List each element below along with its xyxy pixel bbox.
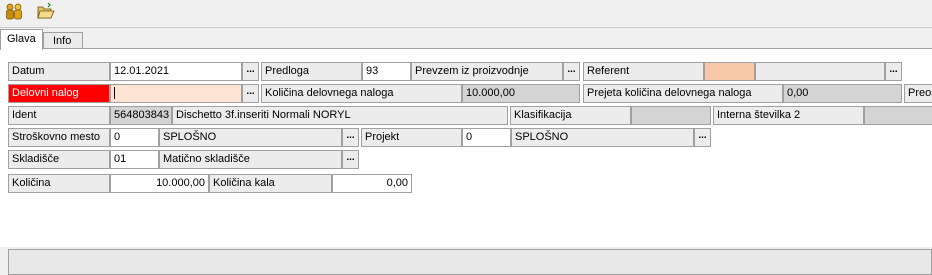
ident-label: Ident	[8, 106, 110, 125]
skladisce-label: Skladišče	[8, 150, 110, 169]
datum-label: Datum	[8, 62, 110, 81]
preos-label: Preos	[904, 84, 932, 103]
skladisce-browse-button[interactable]: ...	[342, 150, 359, 169]
people-icon[interactable]	[4, 2, 24, 22]
kolicina-kala-field[interactable]: 0,00	[332, 174, 412, 193]
interna-label: Interna številka 2	[713, 106, 864, 125]
stroskovno-browse-button[interactable]: ...	[342, 128, 359, 147]
datum-browse-button[interactable]: ...	[242, 62, 259, 81]
referent-browse-button[interactable]: ...	[885, 62, 902, 81]
projekt-name-field: SPLOŠNO	[511, 128, 694, 147]
kolicina-dn-label: Količina delovnega naloga	[261, 84, 462, 103]
prevzem-browse-button[interactable]: ...	[563, 62, 580, 81]
delovni-nalog-browse-button[interactable]: ...	[242, 84, 259, 103]
kolicina-label: Količina	[8, 174, 110, 193]
kolicina-dn-field: 10.000,00	[462, 84, 580, 103]
kolicina-field[interactable]: 10.000,00	[110, 174, 209, 193]
status-bar	[8, 249, 932, 275]
skladisce-name-field: Matično skladišče	[159, 150, 342, 169]
projekt-code-field[interactable]: 0	[462, 128, 511, 147]
klasifikacija-label: Klasifikacija	[510, 106, 631, 125]
prevzem-label: Prevzem iz proizvodnje	[411, 62, 563, 81]
kolicina-kala-label: Količina kala	[209, 174, 332, 193]
delovni-nalog-label: Delovni nalog	[8, 84, 110, 103]
open-folder-icon[interactable]	[36, 2, 56, 22]
toolbar	[0, 0, 932, 24]
referent-name-field	[755, 62, 885, 81]
tab-info-label: Info	[53, 35, 72, 47]
predloga-label: Predloga	[261, 62, 362, 81]
projekt-browse-button[interactable]: ...	[694, 128, 711, 147]
stroskovno-name-field: SPLOŠNO	[159, 128, 342, 147]
toolbar-divider	[0, 27, 932, 28]
form-panel: Datum 12.01.2021 ... Predloga 93 Prevzem…	[0, 49, 932, 275]
stroskovno-code-field[interactable]: 0	[110, 128, 159, 147]
ident-code-field: 564803843	[110, 106, 172, 125]
predloga-field[interactable]: 93	[362, 62, 411, 81]
klasifikacija-field	[631, 106, 711, 125]
stroskovno-label: Stroškovno mesto	[8, 128, 110, 147]
referent-code-field[interactable]	[704, 62, 755, 81]
tab-glava-label: Glava	[7, 33, 36, 45]
ident-name-field: Dischetto 3f.inseriti Normali NORYL	[172, 106, 508, 125]
tab-info[interactable]: Info	[43, 32, 83, 49]
skladisce-code-field[interactable]: 01	[110, 150, 159, 169]
projekt-label: Projekt	[361, 128, 462, 147]
datum-field[interactable]: 12.01.2021	[110, 62, 242, 81]
delovni-nalog-field[interactable]	[110, 84, 242, 103]
text-cursor	[114, 87, 115, 100]
interna-field	[864, 106, 932, 125]
prejeta-label: Prejeta količina delovnega naloga	[583, 84, 783, 103]
tab-glava[interactable]: Glava	[0, 29, 43, 50]
referent-label: Referent	[583, 62, 704, 81]
prejeta-field: 0,00	[783, 84, 902, 103]
